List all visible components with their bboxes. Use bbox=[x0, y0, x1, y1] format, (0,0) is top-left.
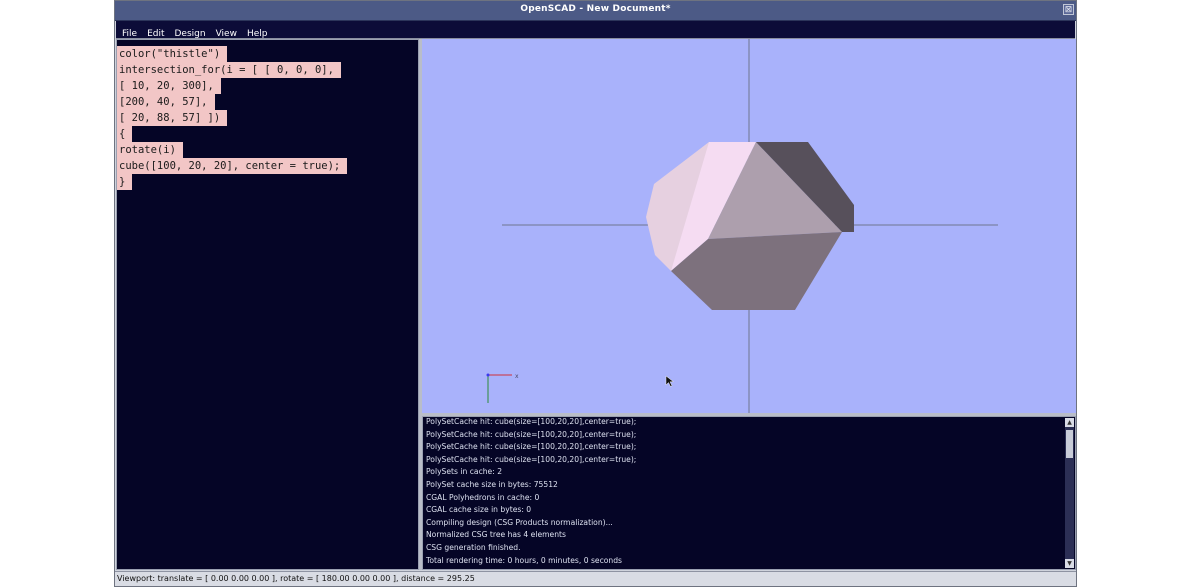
rendered-shape bbox=[646, 142, 854, 310]
console-scrollbar[interactable]: ▲ ▼ bbox=[1065, 418, 1074, 568]
console-line: PolySetCache hit: cube(size=[100,20,20],… bbox=[426, 417, 637, 426]
console-line: PolySetCache hit: cube(size=[100,20,20],… bbox=[426, 429, 637, 439]
editor-line[interactable]: cube([100, 20, 20], center = true); bbox=[117, 154, 418, 174]
editor-line-text: [ 20, 88, 57] ]) bbox=[117, 110, 228, 126]
viewport-canvas: x bbox=[486, 39, 998, 413]
editor-line[interactable]: intersection_for(i = [ [ 0, 0, 0], bbox=[117, 58, 418, 78]
close-icon[interactable]: ⊠ bbox=[1063, 4, 1074, 15]
console-line: PolySets in cache: 2 bbox=[426, 467, 503, 477]
console-output[interactable]: PolySetCache hit: cube(size=[100,20,20],… bbox=[422, 416, 1076, 570]
menu-bar: File Edit Design View Help bbox=[116, 21, 1075, 39]
window-title: OpenSCAD - New Document* bbox=[520, 4, 671, 14]
console-line: PolySet cache size in bytes: 75512 bbox=[426, 479, 558, 489]
editor-line[interactable]: [ 20, 88, 57] ]) bbox=[117, 106, 418, 126]
scroll-up-icon[interactable]: ▲ bbox=[1065, 418, 1074, 427]
editor-line[interactable]: rotate(i) bbox=[117, 138, 418, 158]
status-bar: Viewport: translate = [ 0.00 0.00 0.00 ]… bbox=[115, 571, 1076, 586]
console-line: Total rendering time: 0 hours, 0 minutes… bbox=[426, 555, 623, 565]
openscad-window: OpenSCAD - New Document* ⊠ File Edit Desig… bbox=[114, 0, 1077, 587]
3d-viewport[interactable]: x bbox=[422, 39, 1076, 414]
title-bar: OpenSCAD - New Document* ⊠ bbox=[115, 1, 1076, 21]
console-line: CSG generation finished. bbox=[426, 542, 521, 552]
viewport-status: Viewport: translate = [ 0.00 0.00 0.00 ]… bbox=[117, 574, 475, 583]
scroll-down-icon[interactable]: ▼ bbox=[1065, 559, 1074, 568]
axes-gizmo bbox=[486, 373, 512, 403]
console-line: CGAL cache size in bytes: 0 bbox=[426, 505, 532, 515]
editor-line-text: } bbox=[117, 174, 133, 190]
code-editor[interactable]: color("thistle") intersection_for(i = [ … bbox=[116, 39, 419, 570]
console-line: CGAL Polyhedrons in cache: 0 bbox=[426, 492, 540, 502]
editor-line[interactable]: color("thistle") bbox=[117, 42, 418, 62]
mouse-cursor-icon bbox=[665, 375, 675, 387]
console-line: PolySetCache hit: cube(size=[100,20,20],… bbox=[426, 442, 637, 452]
editor-line-text: cube([100, 20, 20], center = true); bbox=[117, 158, 348, 174]
axis-x-label: x bbox=[515, 373, 519, 380]
scrollbar-thumb[interactable] bbox=[1066, 430, 1073, 458]
console-line: Normalized CSG tree has 4 elements bbox=[426, 530, 566, 540]
console-line: Compiling design (CSG Products normaliza… bbox=[426, 517, 613, 527]
console-line: PolySetCache hit: cube(size=[100,20,20],… bbox=[426, 454, 637, 464]
editor-line[interactable]: [200, 40, 57], bbox=[117, 90, 418, 110]
